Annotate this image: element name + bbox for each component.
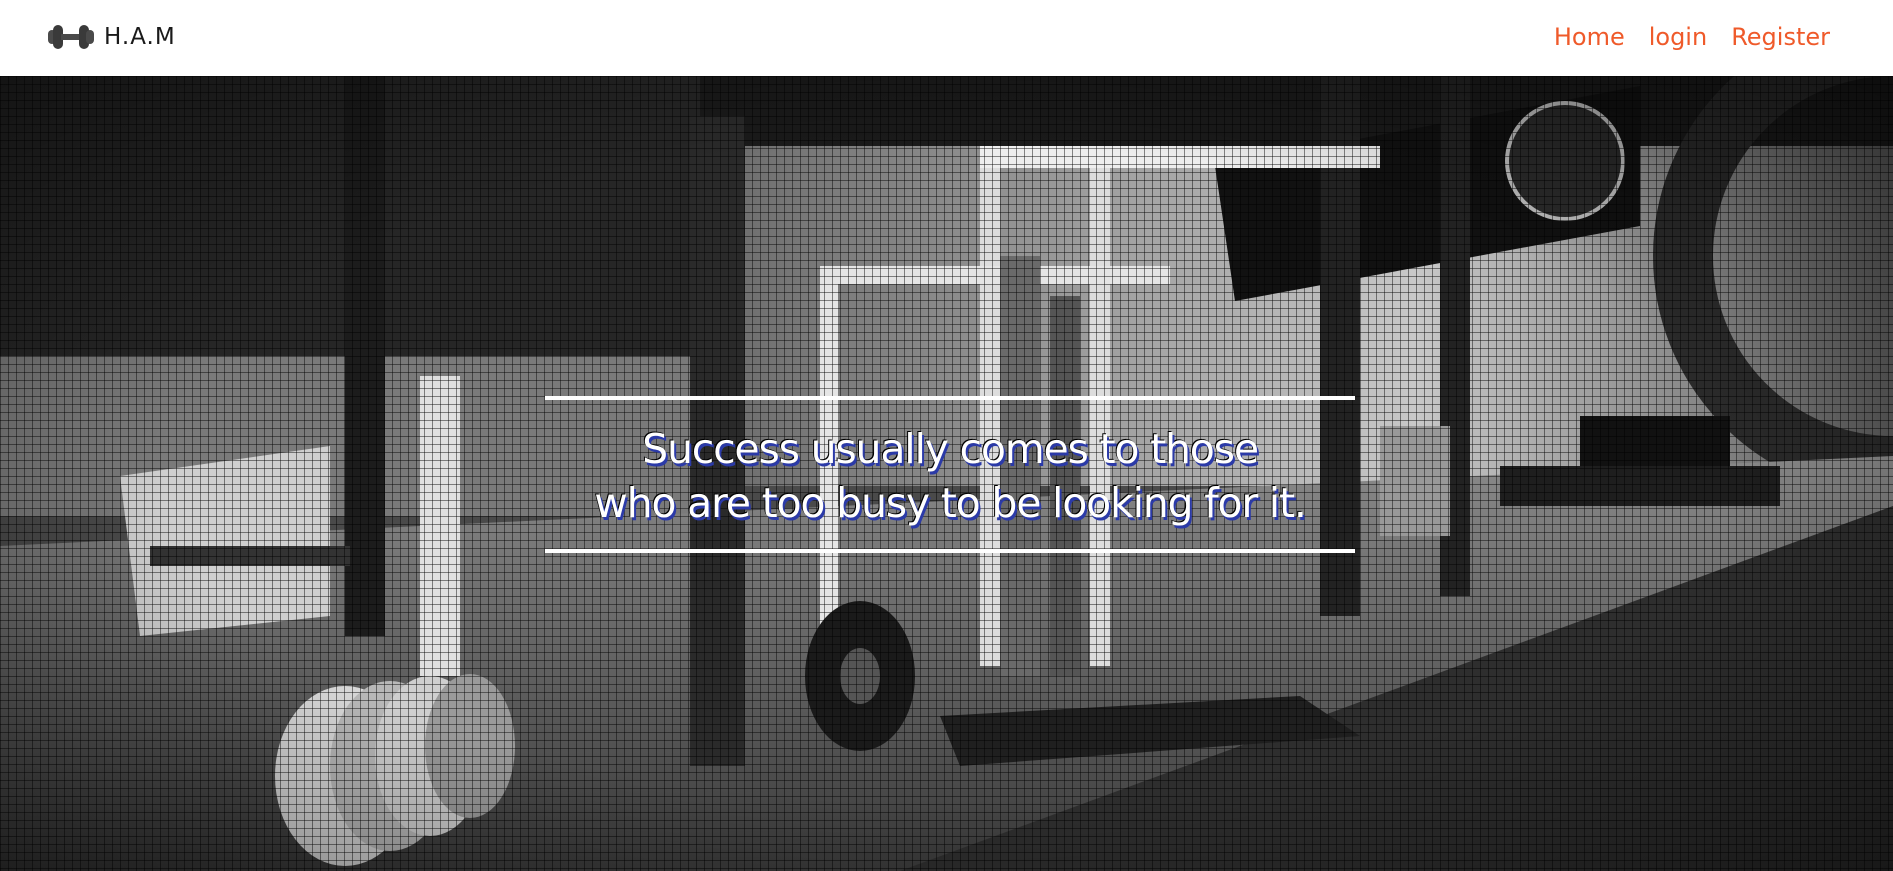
quote-text: Success usually comes to those who are t…: [545, 422, 1355, 530]
nav-home-link[interactable]: Home: [1554, 20, 1625, 54]
quote-top-rule: [545, 396, 1355, 400]
quote-line-2: who are too busy to be looking for it.: [594, 479, 1307, 527]
brand-name: H.A.M: [104, 24, 176, 50]
hero-section: Success usually comes to those who are t…: [0, 76, 1893, 871]
quote-line-1: Success usually comes to those: [642, 425, 1259, 473]
brand-logo[interactable]: H.A.M: [46, 24, 176, 50]
quote-bottom-rule: [545, 549, 1355, 553]
nav-login-link[interactable]: login: [1649, 20, 1707, 54]
nav-links: Home login Register: [1554, 20, 1830, 54]
nav-register-link[interactable]: Register: [1731, 20, 1830, 54]
hero-quote: Success usually comes to those who are t…: [545, 396, 1355, 553]
top-navbar: H.A.M Home login Register: [0, 0, 1893, 76]
dumbbell-icon: [48, 25, 94, 49]
